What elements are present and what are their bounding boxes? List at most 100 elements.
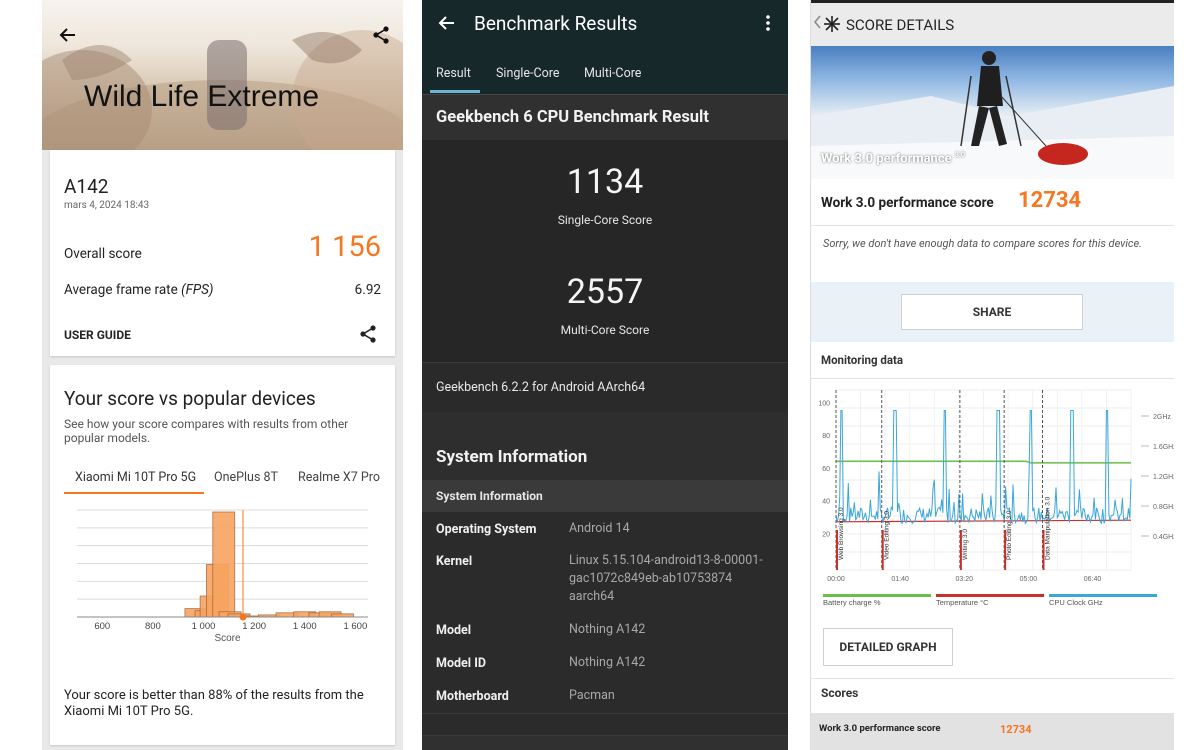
workload-label: Web Browsing 3.0 [838,507,845,560]
temperature-marker-bar [881,530,884,570]
temperature-marker-bar [836,530,838,570]
header-bar: SCORE DETAILS [811,0,1174,49]
temperature-marker-bar [1042,530,1045,570]
back-arrow-icon[interactable] [438,14,456,36]
row-value: Nothing A142 [569,622,646,637]
x-tick-label: 06:40 [1084,576,1102,583]
no-compare-text: Sorry, we don't have enough data to comp… [823,237,1142,250]
comparison-title: Your score vs popular devices [64,387,316,410]
version-text: Geekbench 6.2.2 for Android AArch64 [436,380,646,395]
monitoring-chart: 100 80 60 40 20 2GHz 1.6GHz 1.2GHz 0.8GHz 0.4GHz 0… [818,389,1174,607]
x-tick-label: 800 [145,621,161,632]
tab-realme-x7-pro[interactable]: Realme X7 Pro [298,470,380,485]
row-key: Model [436,623,472,638]
workload-label: Video Editing 3.0 [884,511,891,560]
legend-label: Temperature °C [936,598,989,607]
sysinfo-subheader: System Information [422,480,788,512]
scores-area: 1134 Single-Core Score 2557 Multi-Core S… [422,140,788,362]
tab-single-core[interactable]: Single-Core [496,66,560,81]
row-key: Kernel [436,554,473,569]
score-distribution-chart: 600 800 1 000 1 200 1 400 1 600 Score [77,509,368,644]
row-key: Motherboard [436,689,509,704]
legend-swatch [1049,594,1157,597]
fps-label-wrap: Average frame rate (FPS) [64,282,213,298]
x-tick-label: 1 000 [192,621,216,632]
user-guide-link[interactable]: USER GUIDE [64,328,131,342]
scores-row-value: 12734 [1000,723,1032,736]
row-value: Android 14 [569,521,630,536]
legend-label: CPU Clock GHz [1049,598,1103,607]
row-value: Linux 5.15.104-android13-8-00001-gac1072… [569,553,763,604]
divider [811,225,1174,226]
tab-xiaomi-mi-10t-pro-5g[interactable]: Xiaomi Mi 10T Pro 5G [75,470,196,485]
row-value: Nothing A142 [569,655,646,670]
x-tick-label: 00:00 [827,576,845,583]
share-button[interactable]: SHARE [901,294,1083,330]
photo-caption: Work 3.0 performance 3.0 [821,151,965,166]
y-tick-label: 100 [818,400,830,407]
y2-tick-label: 1.2GHz [1153,474,1174,481]
temperature-marker-bar [1004,530,1007,570]
x-tick-label: 1 200 [242,621,266,632]
workload-label: Data Manipulation 3.0 [1045,496,1052,560]
share-icon[interactable] [359,325,377,347]
table-row: Model Nothing A142 [422,614,788,648]
histogram-bar [212,511,236,618]
next-section-peek [422,735,788,750]
more-options-icon[interactable] [765,14,771,36]
x-tick-label: 01:40 [891,576,909,583]
snowflake-icon [823,15,841,37]
result-text: Your score is better than 88% of the res… [64,688,364,719]
hero-banner: Wild Life Extreme [42,0,403,150]
legend-swatch [823,594,931,597]
workload-label: Writing 3.0 [962,529,969,560]
fps-label: Average frame rate [64,282,178,298]
result-header-title: Geekbench 6 CPU Benchmark Result [436,108,709,127]
page-title: Benchmark Results [474,12,638,35]
y2-tick-label: 0.8GHz [1153,504,1174,511]
row-key: Model ID [436,656,486,671]
share-icon[interactable] [372,26,390,48]
sysinfo-header: System Information [422,412,788,480]
version-row: Geekbench 6.2.2 for Android AArch64 [422,362,788,414]
tab-oneplus-8t[interactable]: OnePlus 8T [214,470,278,485]
table-row: Model ID Nothing A142 [422,647,788,681]
3dmark-panel: Wild Life Extreme A142 mars 4, 2024 18:4… [42,0,403,750]
divider [811,378,1174,379]
multi-core-label: Multi-Core Score [560,323,650,337]
single-core-label: Single-Core Score [557,213,653,227]
back-chevron-icon[interactable] [813,14,821,34]
header-title: SCORE DETAILS [846,16,955,34]
result-date: mars 4, 2024 18:43 [64,200,150,211]
device-name: A142 [64,175,109,198]
fps-unit: (FPS) [181,282,214,298]
overall-score: 1 156 [308,230,381,264]
y-tick-label: 60 [822,466,830,473]
multi-core-score: 2557 [566,272,644,312]
active-tab-underline [430,90,480,93]
tab-result[interactable]: Result [436,66,471,81]
tab-multi-core[interactable]: Multi-Core [584,66,641,81]
scores-title: Scores [821,686,859,700]
hero-photo: Work 3.0 performance 3.0 [811,46,1174,179]
fps-value: 6.92 [354,282,381,298]
y-tick-label: 20 [822,531,830,538]
app-bar: Benchmark Results Result Single-Core Mul… [422,0,788,94]
y2-tick-label: 2GHz [1153,414,1171,421]
temperature-marker-bar [959,530,962,570]
x-tick-label: 600 [94,621,110,632]
scores-row-label: Work 3.0 performance score [819,723,941,734]
x-tick-label: 1 400 [293,621,317,632]
y2-tick-label: 0.4GHz [1153,534,1174,541]
y-tick-label: 40 [822,499,830,506]
hero-artwork [42,30,403,150]
sysinfo-subtitle: System Information [436,489,543,503]
back-arrow-icon[interactable] [59,26,77,48]
x-axis-label: Score [214,633,241,644]
x-tick-label: 05:00 [1020,576,1038,583]
detailed-graph-button[interactable]: DETAILED GRAPH [823,628,953,666]
score-label: Work 3.0 performance score [821,195,994,211]
table-row: Kernel Linux 5.15.104-android13-8-00001-… [422,546,788,615]
score-card: A142 mars 4, 2024 18:43 Overall score 1 … [50,150,395,356]
row-value: Pacman [569,688,615,703]
